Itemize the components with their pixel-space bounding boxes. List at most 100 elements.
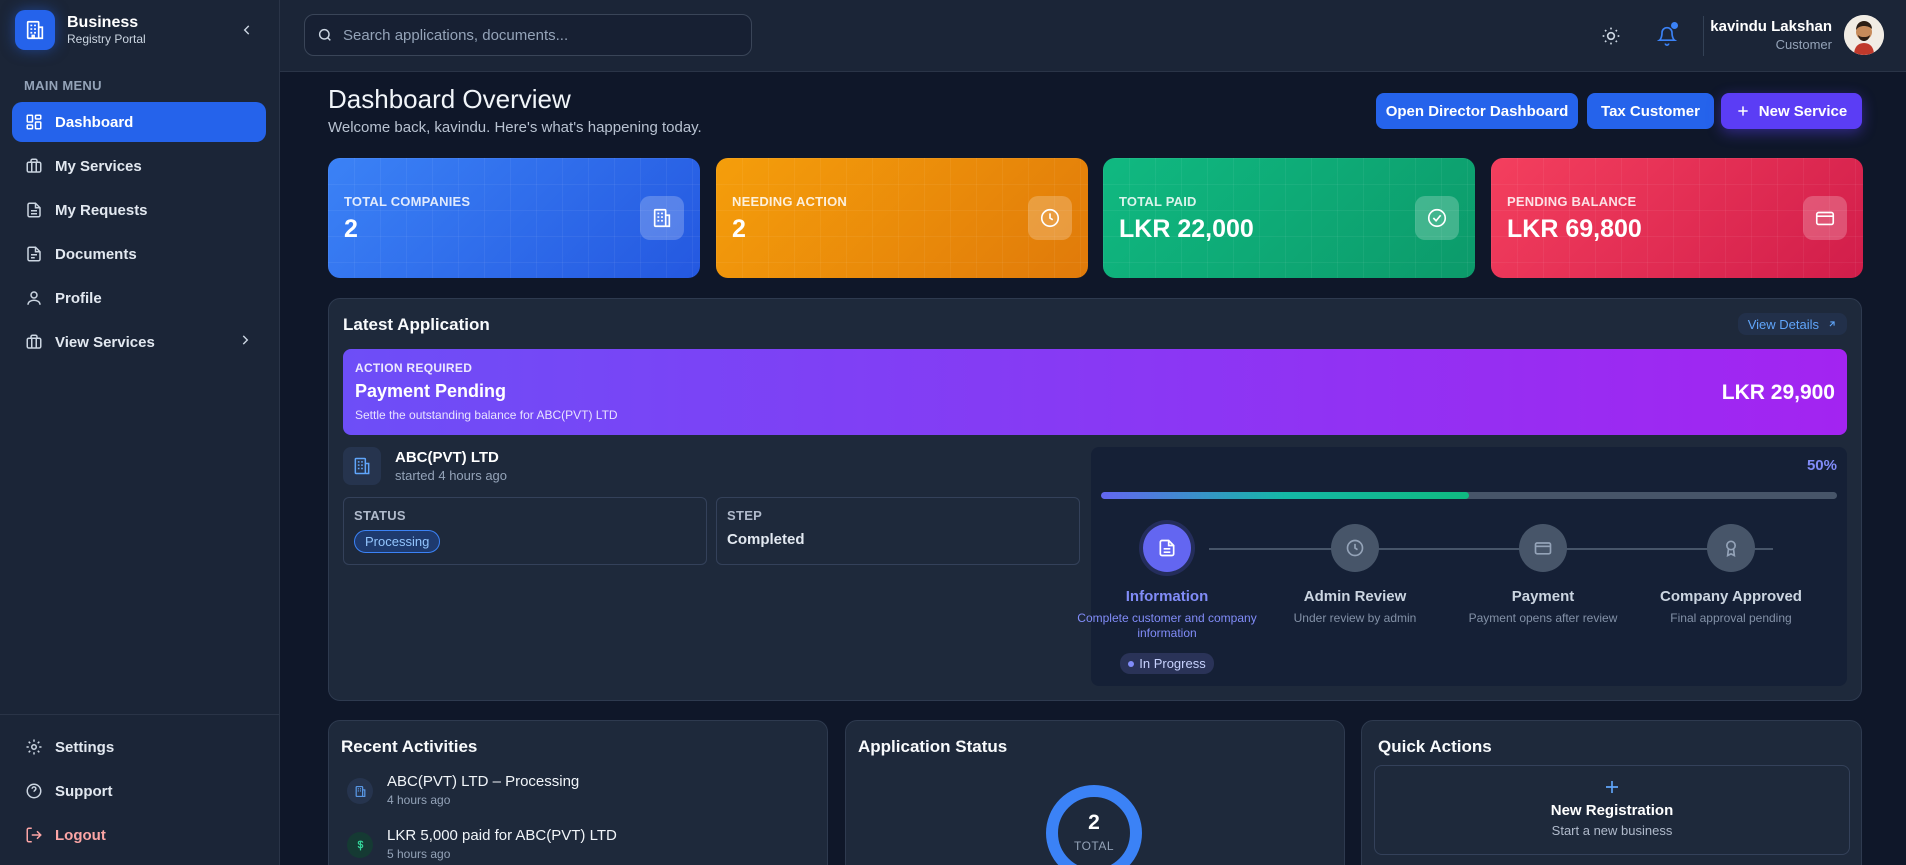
step-title: Company Approved bbox=[1660, 588, 1802, 605]
search-input[interactable] bbox=[343, 26, 743, 44]
sidebar-divider bbox=[0, 714, 280, 715]
sidebar-item-support[interactable]: Support bbox=[12, 771, 266, 811]
stat-card-needing-action[interactable]: NEEDING ACTION 2 bbox=[716, 158, 1088, 278]
sidebar-item-label: My Requests bbox=[55, 201, 148, 219]
open-director-dashboard-button[interactable]: Open Director Dashboard bbox=[1376, 93, 1578, 129]
user-menu[interactable]: kavindu Lakshan Customer bbox=[1710, 15, 1884, 55]
building-icon bbox=[15, 10, 55, 50]
banner-amount: LKR 29,900 bbox=[1721, 381, 1835, 404]
document-icon bbox=[24, 200, 44, 220]
recent-activities-card: Recent Activities ABC(PVT) LTD – Process… bbox=[328, 720, 828, 865]
application-status-title: Application Status bbox=[858, 737, 1008, 756]
sidebar-item-logout[interactable]: Logout bbox=[12, 815, 266, 855]
stat-card-pending-balance[interactable]: PENDING BALANCE LKR 69,800 bbox=[1491, 158, 1863, 278]
sidebar-item-label: Dashboard bbox=[55, 113, 134, 131]
user-icon bbox=[24, 288, 44, 308]
user-role: Customer bbox=[1775, 37, 1832, 52]
step-title: Admin Review bbox=[1303, 588, 1407, 605]
status-badge: Processing bbox=[354, 530, 441, 553]
document-icon bbox=[24, 244, 44, 264]
plus-icon bbox=[1375, 778, 1849, 796]
topbar-divider bbox=[1703, 16, 1704, 56]
sidebar-item-label: Logout bbox=[55, 826, 106, 844]
step-payment[interactable]: Payment Payment opens after review bbox=[1449, 524, 1637, 626]
step-company-approved[interactable]: Company Approved Final approval pending bbox=[1637, 524, 1825, 626]
sidebar-item-my-requests[interactable]: My Requests bbox=[12, 190, 266, 230]
new-service-button[interactable]: New Service bbox=[1721, 93, 1862, 129]
award-icon bbox=[1707, 524, 1755, 572]
sidebar-item-label: Profile bbox=[55, 289, 102, 307]
notifications-button[interactable] bbox=[1655, 22, 1679, 48]
sidebar-item-label: Support bbox=[55, 782, 113, 800]
theme-toggle-button[interactable] bbox=[1599, 24, 1623, 48]
bell-icon bbox=[1657, 26, 1677, 46]
application-status-card: Application Status 2 TOTAL bbox=[845, 720, 1345, 865]
brand-title: Business bbox=[67, 14, 139, 31]
company-info: ABC(PVT) LTD started 4 hours ago bbox=[343, 447, 507, 485]
topbar: kavindu Lakshan Customer bbox=[280, 0, 1906, 72]
plus-icon bbox=[1736, 104, 1750, 118]
dot-icon bbox=[1128, 660, 1135, 667]
sidebar: Business Registry Portal MAIN MENU Dashb… bbox=[0, 0, 280, 865]
collapse-sidebar-button[interactable] bbox=[236, 19, 258, 41]
stat-value: 2 bbox=[732, 215, 746, 243]
latest-application-card: Latest Application View Details ACTION R… bbox=[328, 298, 1862, 701]
sidebar-item-documents[interactable]: Documents bbox=[12, 234, 266, 274]
stat-value: LKR 22,000 bbox=[1119, 215, 1254, 243]
status-box: STATUS Processing bbox=[343, 497, 707, 565]
step-description: Complete customer and company informatio… bbox=[1077, 611, 1257, 640]
step-box: STEP Completed bbox=[716, 497, 1080, 565]
step-label: STEP bbox=[727, 508, 763, 523]
brand[interactable]: Business Registry Portal bbox=[15, 10, 146, 50]
logout-icon bbox=[24, 825, 44, 845]
page-title: Dashboard Overview bbox=[328, 84, 571, 114]
brand-subtitle: Registry Portal bbox=[67, 32, 146, 46]
sidebar-item-view-services[interactable]: View Services bbox=[12, 322, 266, 362]
sidebar-item-label: View Services bbox=[55, 333, 155, 351]
sidebar-item-settings[interactable]: Settings bbox=[12, 727, 266, 767]
step-description: Payment opens after review bbox=[1468, 611, 1618, 625]
briefcase-icon bbox=[24, 156, 44, 176]
stat-label: TOTAL COMPANIES bbox=[344, 194, 471, 209]
page-subtitle: Welcome back, kavindu. Here's what's hap… bbox=[328, 119, 702, 136]
stat-label: NEEDING ACTION bbox=[732, 194, 847, 209]
in-progress-badge: In Progress bbox=[1120, 653, 1214, 674]
list-item[interactable]: LKR 5,000 paid for ABC(PVT) LTD 5 hours … bbox=[347, 827, 617, 861]
bottom-nav: Settings Support Logout bbox=[12, 727, 266, 859]
search-box[interactable] bbox=[304, 14, 752, 56]
chevron-right-icon bbox=[238, 333, 252, 347]
stat-card-total-paid[interactable]: TOTAL PAID LKR 22,000 bbox=[1103, 158, 1475, 278]
sidebar-item-label: My Services bbox=[55, 157, 142, 175]
company-name: ABC(PVT) LTD bbox=[395, 449, 499, 466]
payment-pending-banner[interactable]: ACTION REQUIRED Payment Pending Settle t… bbox=[343, 349, 1847, 435]
step-description: Final approval pending bbox=[1670, 611, 1792, 625]
building-icon bbox=[343, 447, 381, 485]
step-description: Under review by admin bbox=[1293, 611, 1417, 625]
sidebar-item-dashboard[interactable]: Dashboard bbox=[12, 102, 266, 142]
activity-title: LKR 5,000 paid for ABC(PVT) LTD bbox=[387, 827, 617, 844]
donut-total-value: 2 bbox=[1088, 811, 1100, 834]
search-icon bbox=[317, 27, 333, 43]
banner-description: Settle the outstanding balance for ABC(P… bbox=[355, 408, 618, 422]
tax-customer-button[interactable]: Tax Customer bbox=[1587, 93, 1714, 129]
clock-icon bbox=[1028, 196, 1072, 240]
new-registration-button[interactable]: New Registration Start a new business bbox=[1374, 765, 1850, 855]
stat-card-total-companies[interactable]: TOTAL COMPANIES 2 bbox=[328, 158, 700, 278]
list-item[interactable]: ABC(PVT) LTD – Processing 4 hours ago bbox=[347, 773, 579, 807]
grid-icon bbox=[24, 112, 44, 132]
sidebar-item-profile[interactable]: Profile bbox=[12, 278, 266, 318]
quick-actions-card: Quick Actions New Registration Start a n… bbox=[1361, 720, 1862, 865]
step-information[interactable]: Information Complete customer and compan… bbox=[1073, 524, 1261, 674]
step-title: Information bbox=[1125, 588, 1209, 605]
card-icon bbox=[1803, 196, 1847, 240]
step-admin-review[interactable]: Admin Review Under review by admin bbox=[1261, 524, 1449, 626]
stat-value: LKR 69,800 bbox=[1507, 215, 1642, 243]
sidebar-item-label: Documents bbox=[55, 245, 137, 263]
briefcase-icon bbox=[24, 332, 44, 352]
stat-value: 2 bbox=[344, 215, 358, 243]
sidebar-item-my-services[interactable]: My Services bbox=[12, 146, 266, 186]
view-details-button[interactable]: View Details bbox=[1737, 313, 1847, 335]
stat-label: PENDING BALANCE bbox=[1507, 194, 1637, 209]
help-icon bbox=[24, 781, 44, 801]
arrow-up-right-icon bbox=[1827, 319, 1837, 329]
